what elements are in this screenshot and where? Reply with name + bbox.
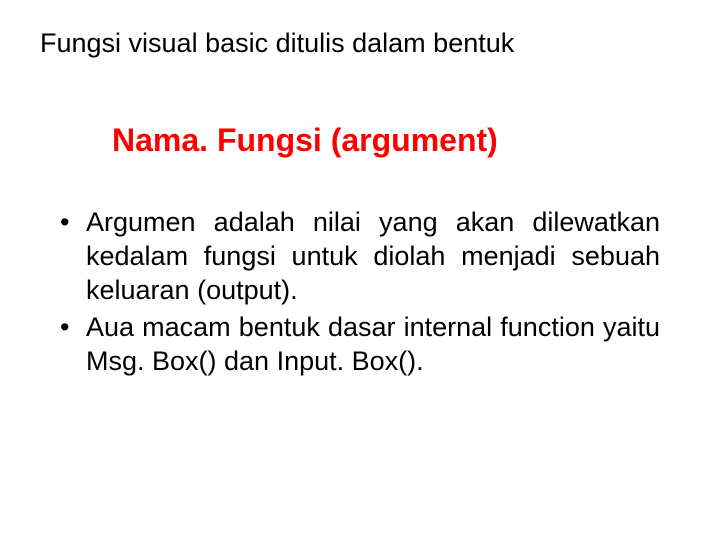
list-item: Aua macam bentuk dasar internal function… — [60, 311, 660, 379]
bullet-list: Argumen adalah nilai yang akan dilewatka… — [60, 206, 660, 383]
list-item: Argumen adalah nilai yang akan dilewatka… — [60, 206, 660, 307]
slide-title: Fungsi visual basic ditulis dalam bentuk — [40, 28, 514, 59]
syntax-expression: Nama. Fungsi (argument) — [112, 122, 498, 159]
